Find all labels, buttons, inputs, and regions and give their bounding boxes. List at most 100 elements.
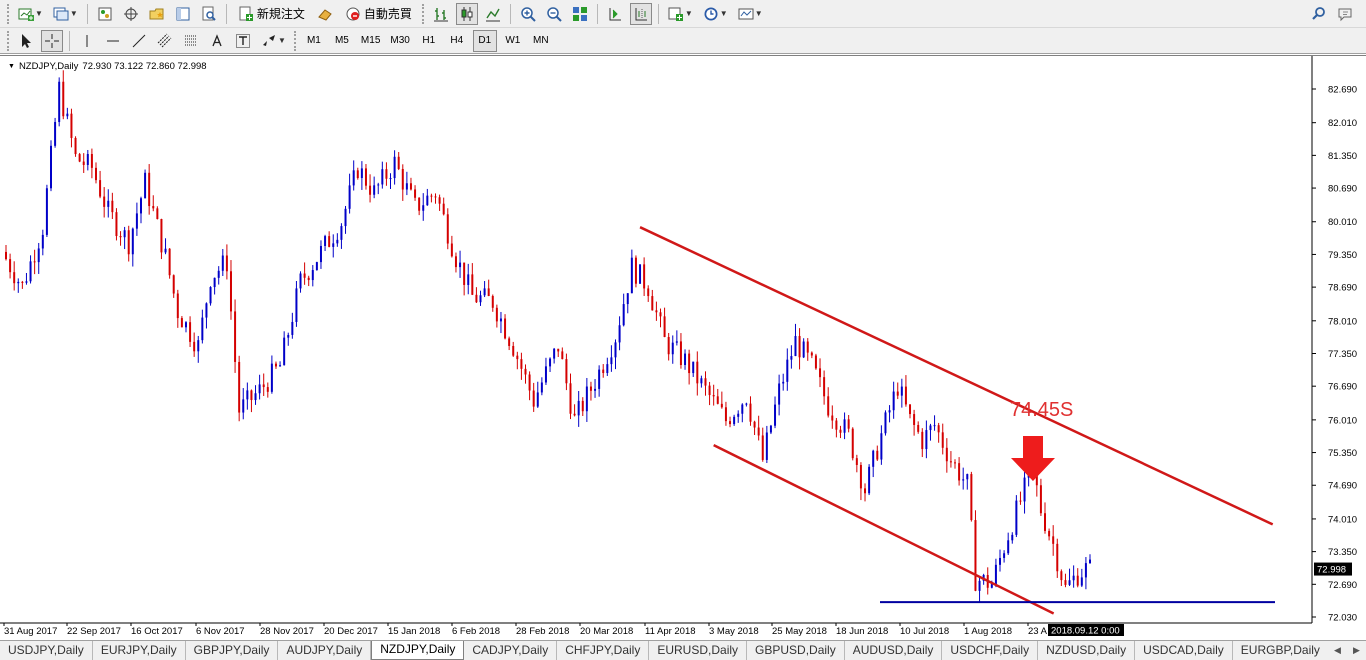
candle-bear [369, 185, 372, 195]
strategy-tester-button[interactable] [198, 3, 220, 25]
scroll-right-icon[interactable]: ▶ [1353, 645, 1360, 656]
new-order-button[interactable]: 新規注文 [233, 3, 310, 25]
timeframe-m5-button[interactable]: M5 [330, 30, 354, 52]
timeframe-d1-button[interactable]: D1 [472, 29, 497, 52]
cursor-tool-button[interactable] [15, 30, 37, 52]
bar-chart-button[interactable] [430, 3, 452, 25]
candle-bull [295, 288, 298, 322]
market-watch-button[interactable] [94, 3, 116, 25]
candlestick-chart-button[interactable] [455, 2, 478, 25]
candle-bear [9, 259, 12, 273]
candle-bull [373, 185, 376, 195]
chart-tab-gbpjpy[interactable]: GBPJPY,Daily [186, 641, 279, 660]
toolbar-grip[interactable] [421, 3, 425, 24]
help-button[interactable] [1334, 3, 1356, 25]
chart-tab-cadjpy[interactable]: CADJPY,Daily [464, 641, 558, 660]
time-tick-label: 28 Feb 2018 [516, 626, 569, 637]
candle-bull [205, 303, 208, 318]
price-tick-label: 80.690 [1328, 184, 1357, 195]
candle-bear [798, 336, 801, 358]
price-tick-label: 79.350 [1328, 250, 1357, 261]
new-chart-button[interactable]: ▼ [15, 3, 46, 25]
chart-tab-eurgbp[interactable]: EURGBP,Daily [1233, 641, 1329, 660]
chart-tab-usdjpy[interactable]: USDJPY,Daily [0, 641, 93, 660]
zoom-in-button[interactable] [517, 3, 539, 25]
price-tick-label: 72.690 [1328, 580, 1357, 591]
candle-bear [180, 318, 183, 328]
chart-tab-usdchf[interactable]: USDCHF,Daily [942, 641, 1039, 660]
chart-tab-usdcad[interactable]: USDCAD,Daily [1135, 641, 1233, 660]
timeframe-m1-button[interactable]: M1 [302, 30, 326, 52]
price-tick-label: 78.010 [1328, 316, 1357, 327]
candle-bull [741, 404, 744, 414]
terminal-button[interactable] [172, 3, 194, 25]
candle-bull [139, 198, 142, 214]
timeframe-h4-button[interactable]: H4 [445, 30, 469, 52]
chart-tab-gbpusd[interactable]: GBPUSD,Daily [747, 641, 845, 660]
periodicity-button[interactable]: ▼ [700, 3, 731, 25]
navigator-button[interactable] [146, 3, 168, 25]
profiles-button[interactable]: ▼ [50, 3, 81, 25]
candle-bull [37, 248, 40, 263]
time-tick-label: 20 Mar 2018 [580, 626, 633, 637]
candle-bear [491, 295, 494, 308]
crosshair-tool-button[interactable] [41, 29, 63, 52]
chart-tab-audjpy[interactable]: AUDJPY,Daily [278, 641, 372, 660]
chart-tab-chfjpy[interactable]: CHFJPY,Daily [557, 641, 650, 660]
candle-bear [945, 447, 948, 462]
text-label-tool-button[interactable] [232, 30, 254, 52]
scroll-left-icon[interactable]: ◀ [1334, 645, 1341, 656]
templates-button[interactable]: ▼ [735, 3, 766, 25]
timeframe-m15-button[interactable]: M15 [358, 30, 383, 52]
candle-bear [512, 345, 515, 356]
equidistant-channel-tool-button[interactable] [154, 30, 176, 52]
candle-bull [377, 184, 380, 186]
price-tick-label: 82.690 [1328, 85, 1357, 96]
vertical-line-tool-button[interactable] [76, 30, 98, 52]
toolbar-grip[interactable] [7, 30, 10, 51]
triangle-down-icon[interactable]: ▼ [8, 63, 15, 70]
timeframe-w1-button[interactable]: W1 [501, 30, 525, 52]
candle-bear [62, 81, 65, 117]
chart-tab-eurjpy[interactable]: EURJPY,Daily [93, 641, 186, 660]
fibonacci-tool-button[interactable] [180, 30, 202, 52]
candle-bull [692, 361, 695, 374]
terminal-icon [176, 7, 190, 20]
shapes-tool-button[interactable]: ▼ [258, 30, 289, 52]
price-chart[interactable]: 82.690 82.010 81.350 80.690 80.010 79.350 78.6… [0, 56, 1366, 641]
text-tool-button[interactable] [206, 30, 228, 52]
candle-bear [238, 361, 241, 413]
data-window-button[interactable] [120, 3, 142, 25]
auto-trading-button[interactable]: 自動売買 [340, 3, 417, 25]
candle-bull [888, 410, 891, 413]
timeframe-m30-button[interactable]: M30 [387, 30, 412, 52]
chart-tab-nzdusd[interactable]: NZDUSD,Daily [1038, 641, 1136, 660]
candle-bull [360, 168, 363, 179]
timeframe-mn-button[interactable]: MN [529, 30, 553, 52]
horizontal-line-tool-button[interactable] [102, 30, 124, 52]
search-button[interactable] [1308, 3, 1330, 25]
toolbar-grip[interactable] [293, 30, 297, 51]
line-chart-button[interactable] [482, 3, 504, 25]
chart-shift-button[interactable] [629, 2, 652, 25]
candle-bull [684, 353, 687, 366]
candle-bear [659, 312, 662, 317]
candle-bear [949, 461, 952, 463]
chart-tab-nzdjpy[interactable]: NZDJPY,Daily [371, 641, 465, 660]
chart-window[interactable]: 82.690 82.010 81.350 80.690 80.010 79.350 78.6… [0, 55, 1366, 640]
tile-windows-button[interactable] [569, 3, 591, 25]
auto-scroll-button[interactable] [604, 3, 626, 25]
candle-bear [148, 172, 151, 207]
indicators-button[interactable]: ▼ [665, 3, 696, 25]
candle-bull [336, 239, 339, 244]
candle-bull [135, 213, 138, 229]
chart-tab-eurusd[interactable]: EURUSD,Daily [649, 641, 748, 660]
chart-tab-audusd[interactable]: AUDUSD,Daily [845, 641, 943, 660]
metaeditor-button[interactable] [314, 3, 336, 25]
timeframe-h1-button[interactable]: H1 [417, 30, 441, 52]
trendline-tool-button[interactable] [128, 30, 150, 52]
time-tick-label: 6 Nov 2017 [196, 626, 245, 637]
toolbar-grip[interactable] [7, 3, 10, 24]
candle-bear [250, 390, 253, 401]
zoom-out-button[interactable] [543, 3, 565, 25]
